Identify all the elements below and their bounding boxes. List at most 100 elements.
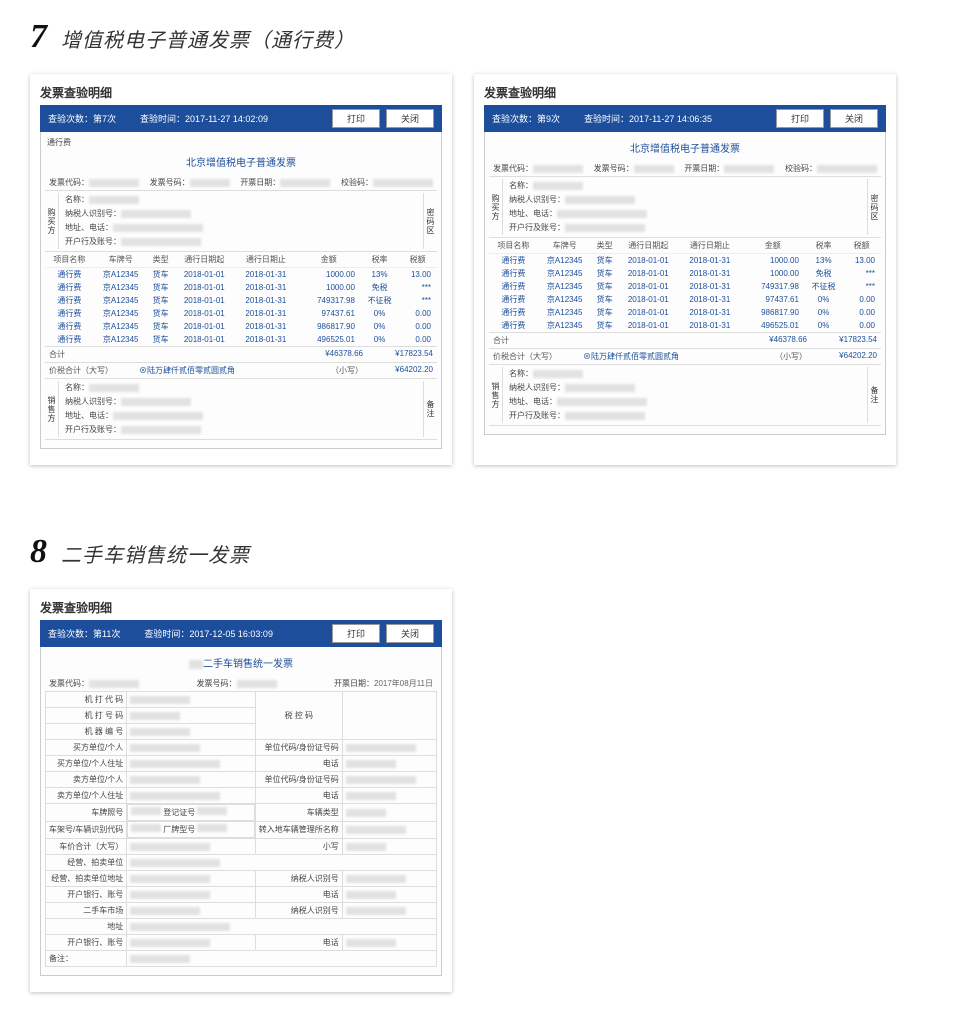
sum-amount: ¥46378.66: [737, 335, 807, 346]
f-taxid: 纳税人识别号: [255, 871, 342, 887]
col-header: 车牌号: [94, 252, 148, 268]
meta-date-label: 开票日期：: [334, 679, 374, 688]
section-8-heading: 8 二手车销售统一发票: [30, 533, 923, 571]
col-header: 税额: [842, 238, 881, 254]
f-plate: 车牌照号: [46, 804, 127, 822]
meta-check-label: 校验码：: [341, 178, 373, 187]
pwd-vbar: 密码区: [867, 179, 881, 235]
table-row: 通行费京A12345货车2018-01-012018-01-31496525.0…: [489, 319, 881, 332]
check-count-label: 查验次数：: [48, 627, 93, 640]
col-header: 税率: [361, 252, 398, 268]
col-header: 金额: [297, 252, 361, 268]
f-phone: 电话: [255, 756, 342, 772]
table-row: 通行费京A12345货车2018-01-012018-01-31749317.9…: [489, 280, 881, 293]
f-remark: 备注：: [46, 951, 127, 967]
buyer-taxid-label: 纳税人识别号：: [65, 208, 121, 220]
seller-name-label: 名称：: [509, 368, 533, 380]
f-sellerunit: 卖方单位/个人: [46, 772, 127, 788]
f-totalcn: 车价合计（大写）: [46, 839, 127, 855]
f-auction: 经营、拍卖单位: [46, 855, 127, 871]
table-row: 通行费京A12345货车2018-01-012018-01-31986817.9…: [45, 320, 437, 333]
f-buyerunit: 买方单位/个人: [46, 740, 127, 756]
col-header: 通行日期起: [618, 238, 680, 254]
f-bank2: 开户银行、账号: [46, 935, 127, 951]
capital-label: 价税合计（大写）: [49, 365, 139, 376]
meta-code-label: 发票代码：: [49, 679, 89, 688]
check-count-label: 查验次数：: [492, 112, 537, 125]
col-header: 类型: [592, 238, 618, 254]
seller-taxid-label: 纳税人识别号：: [65, 396, 121, 408]
table-row: 通行费京A12345货车2018-01-012018-01-3197437.61…: [45, 307, 437, 320]
table-row: 通行费京A12345货车2018-01-012018-01-311000.00免…: [489, 267, 881, 280]
seller-addr-label: 地址、电话：: [509, 396, 557, 408]
meta-date-label: 开票日期：: [240, 178, 280, 187]
buyer-name-label: 名称：: [509, 180, 533, 192]
f-brand: 厂牌型号: [163, 824, 195, 835]
check-count-value: 第9次: [537, 112, 560, 125]
col-header: 通行日期止: [679, 238, 741, 254]
meta-num-label: 发票号码：: [150, 178, 190, 187]
close-button[interactable]: 关闭: [386, 624, 434, 643]
f-small: 小写: [255, 839, 342, 855]
col-header: 税率: [805, 238, 842, 254]
seller-taxid-label: 纳税人识别号：: [509, 382, 565, 394]
invoice-title: 北京增值税电子普通发票: [489, 136, 881, 161]
check-time-label: 查验时间：: [584, 112, 629, 125]
meta-num-label: 发票号码：: [594, 164, 634, 173]
meta-code-label: 发票代码：: [49, 178, 89, 187]
print-button[interactable]: 打印: [332, 624, 380, 643]
check-time-label: 查验时间：: [144, 627, 189, 640]
f-selleraddr: 卖方单位/个人住址: [46, 788, 127, 804]
table-row: 通行费京A12345货车2018-01-012018-01-311000.001…: [489, 254, 881, 268]
buyer-addr-label: 地址、电话：: [509, 208, 557, 220]
check-time-label: 查验时间：: [140, 112, 185, 125]
col-header: 项目名称: [45, 252, 94, 268]
f-taxid2: 纳税人识别号: [255, 903, 342, 919]
sum-label: 合计: [493, 335, 509, 346]
capital-cn: ⊗陆万肆仟贰佰零贰圆贰角: [583, 351, 775, 362]
check-time-value: 2017-11-27 14:02:09: [185, 114, 268, 124]
table-row: 通行费京A12345货车2018-01-012018-01-31496525.0…: [45, 333, 437, 346]
col-header: 通行日期起: [174, 252, 236, 268]
pwd-vbar: 密码区: [423, 193, 437, 249]
check-time-value: 2017-12-05 16:03:09: [189, 629, 273, 639]
seller-bank-label: 开户行及账号：: [65, 424, 121, 436]
section-8-number: 8: [30, 533, 47, 571]
buyer-vbar: 购买方: [489, 179, 503, 235]
table-row: 通行费京A12345货车2018-01-012018-01-31749317.9…: [45, 294, 437, 307]
col-header: 类型: [148, 252, 174, 268]
buyer-taxid-label: 纳税人识别号：: [509, 194, 565, 206]
col-header: 通行日期止: [235, 252, 297, 268]
section-7-title: 增值税电子普通发票（通行费）: [61, 24, 355, 53]
f-tel2: 电话: [255, 935, 342, 951]
capital-value: ¥64202.20: [363, 365, 433, 376]
f-orgcode: 机 打 代 码: [46, 692, 127, 708]
f-phone2: 电话: [255, 788, 342, 804]
col-header: 税额: [398, 252, 437, 268]
f-moveto: 转入地车辆管理所名称: [255, 821, 342, 839]
panel-title: 发票查验明细: [40, 599, 442, 616]
invoice-panel-a: 发票查验明细 查验次数： 第7次 查验时间： 2017-11-27 14:02:…: [30, 74, 452, 465]
close-button[interactable]: 关闭: [830, 109, 878, 128]
print-button[interactable]: 打印: [776, 109, 824, 128]
note-vbar: 备注: [423, 381, 437, 437]
sum-amount: ¥46378.66: [293, 349, 363, 360]
usedcar-form: 机 打 代 码 税 控 码 机 打 号 码 机 器 编 号 买方单位/个人 单位…: [45, 691, 437, 967]
invoice-title: 北京增值税电子普通发票: [45, 150, 437, 175]
seller-vbar: 销售方: [45, 381, 59, 437]
f-unitid2: 单位代码/身份证号码: [255, 772, 342, 788]
f-market: 二手车市场: [46, 903, 127, 919]
col-header: 车牌号: [538, 238, 592, 254]
f-machine: 机 器 编 号: [46, 724, 127, 740]
close-button[interactable]: 关闭: [386, 109, 434, 128]
table-row: 通行费京A12345货车2018-01-012018-01-31986817.9…: [489, 306, 881, 319]
f-reg: 登记证号: [163, 807, 195, 818]
buyer-bank-label: 开户行及账号：: [509, 222, 565, 234]
print-button[interactable]: 打印: [332, 109, 380, 128]
check-time-value: 2017-11-27 14:06:35: [629, 114, 712, 124]
capital-cn: ⊗陆万肆仟贰佰零贰圆贰角: [139, 365, 331, 376]
buyer-addr-label: 地址、电话：: [65, 222, 113, 234]
table-row: 通行费京A12345货车2018-01-012018-01-311000.00免…: [45, 281, 437, 294]
f-unitid: 单位代码/身份证号码: [255, 740, 342, 756]
small-label: （小写）: [331, 365, 363, 376]
